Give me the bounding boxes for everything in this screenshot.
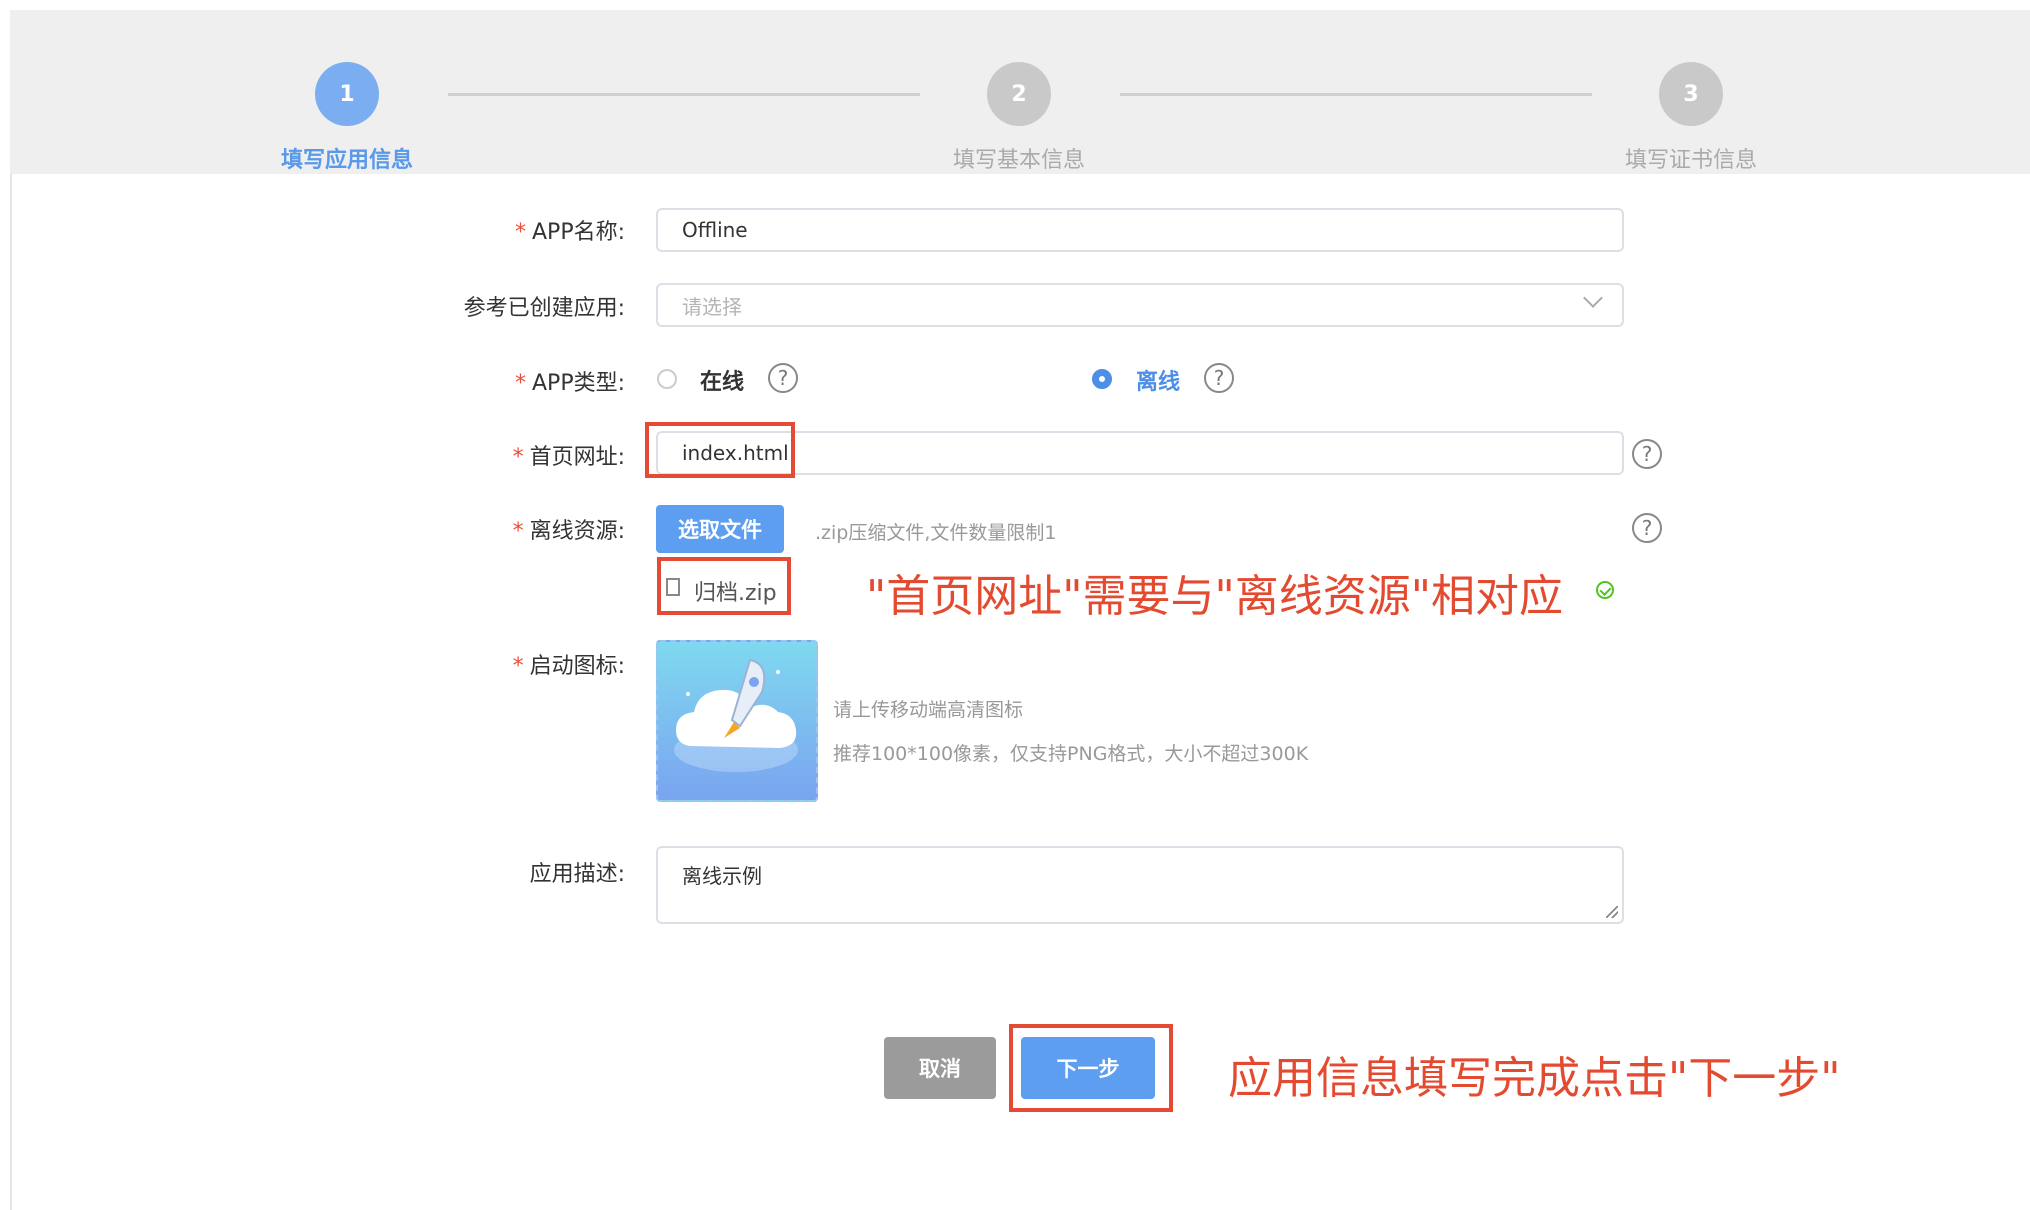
icon-hint-1: 请上传移动端高清图标 bbox=[833, 699, 1024, 721]
choose-file-button[interactable]: 选取文件 bbox=[656, 505, 784, 553]
rocket-cloud-icon bbox=[674, 658, 798, 772]
reference-app-placeholder: 请选择 bbox=[682, 294, 742, 319]
step-1-circle: 1 bbox=[315, 62, 379, 126]
step-3-circle: 3 bbox=[1659, 62, 1723, 126]
offline-resource-label: * 离线资源: bbox=[325, 513, 625, 545]
step-2-circle: 2 bbox=[987, 62, 1051, 126]
radio-online[interactable] bbox=[657, 369, 677, 389]
step-connector bbox=[1120, 93, 1592, 96]
homepage-input[interactable]: index.html bbox=[656, 431, 1624, 475]
online-help-icon[interactable]: ? bbox=[768, 363, 798, 393]
app-type-label: * APP类型: bbox=[325, 365, 625, 397]
required-mark: * bbox=[515, 371, 526, 396]
description-label: 应用描述: bbox=[529, 862, 625, 887]
homepage-annotation: "首页网址"需要与"离线资源"相对应 bbox=[866, 571, 1563, 622]
launch-icon-label-text: 启动图标: bbox=[529, 654, 625, 679]
next-annotation: 应用信息填写完成点击"下一步" bbox=[1228, 1053, 1841, 1104]
icon-hint-2: 推荐100*100像素，仅支持PNG格式，大小不超过300K bbox=[833, 743, 1309, 765]
offline-resource-help-icon[interactable]: ? bbox=[1632, 513, 1662, 543]
check-circle-icon bbox=[1596, 581, 1614, 599]
homepage-label-text: 首页网址: bbox=[529, 445, 625, 470]
radio-online-label[interactable]: 在线 bbox=[700, 364, 744, 396]
step-connector bbox=[448, 93, 920, 96]
app-name-input[interactable]: Offline bbox=[656, 208, 1624, 252]
next-highlight-box bbox=[1009, 1024, 1173, 1112]
radio-offline-label[interactable]: 离线 bbox=[1136, 364, 1180, 396]
resize-handle-icon bbox=[1606, 906, 1618, 918]
description-value: 离线示例 bbox=[682, 864, 762, 888]
reference-app-label: 参考已创建应用: bbox=[463, 296, 625, 321]
homepage-help-icon[interactable]: ? bbox=[1632, 439, 1662, 469]
app-type-label-text: APP类型: bbox=[532, 371, 625, 396]
step-3-label: 填写证书信息 bbox=[1624, 148, 1757, 173]
required-mark: * bbox=[512, 445, 524, 470]
offline-resource-label-text: 离线资源: bbox=[529, 519, 625, 544]
file-hint: .zip压缩文件,文件数量限制1 bbox=[815, 522, 1057, 544]
reference-app-select[interactable]: 请选择 bbox=[656, 283, 1624, 327]
required-mark: * bbox=[512, 519, 524, 544]
radio-offline[interactable] bbox=[1092, 369, 1112, 389]
cancel-button[interactable]: 取消 bbox=[884, 1037, 996, 1099]
homepage-highlight-box bbox=[645, 422, 795, 478]
launch-icon-label: * 启动图标: bbox=[325, 648, 625, 680]
required-mark: * bbox=[515, 220, 526, 245]
file-highlight-box bbox=[657, 557, 791, 615]
chevron-down-icon bbox=[1583, 288, 1603, 308]
app-name-label: * APP名称: bbox=[325, 214, 625, 246]
step-1-label: 填写应用信息 bbox=[280, 148, 413, 173]
required-mark: * bbox=[512, 654, 524, 679]
offline-help-icon[interactable]: ? bbox=[1204, 363, 1234, 393]
step-2-label: 填写基本信息 bbox=[952, 148, 1085, 173]
launch-icon-upload[interactable] bbox=[656, 640, 818, 802]
homepage-label: * 首页网址: bbox=[325, 439, 625, 471]
description-textarea[interactable]: 离线示例 bbox=[656, 846, 1624, 924]
app-name-label-text: APP名称: bbox=[532, 220, 625, 245]
